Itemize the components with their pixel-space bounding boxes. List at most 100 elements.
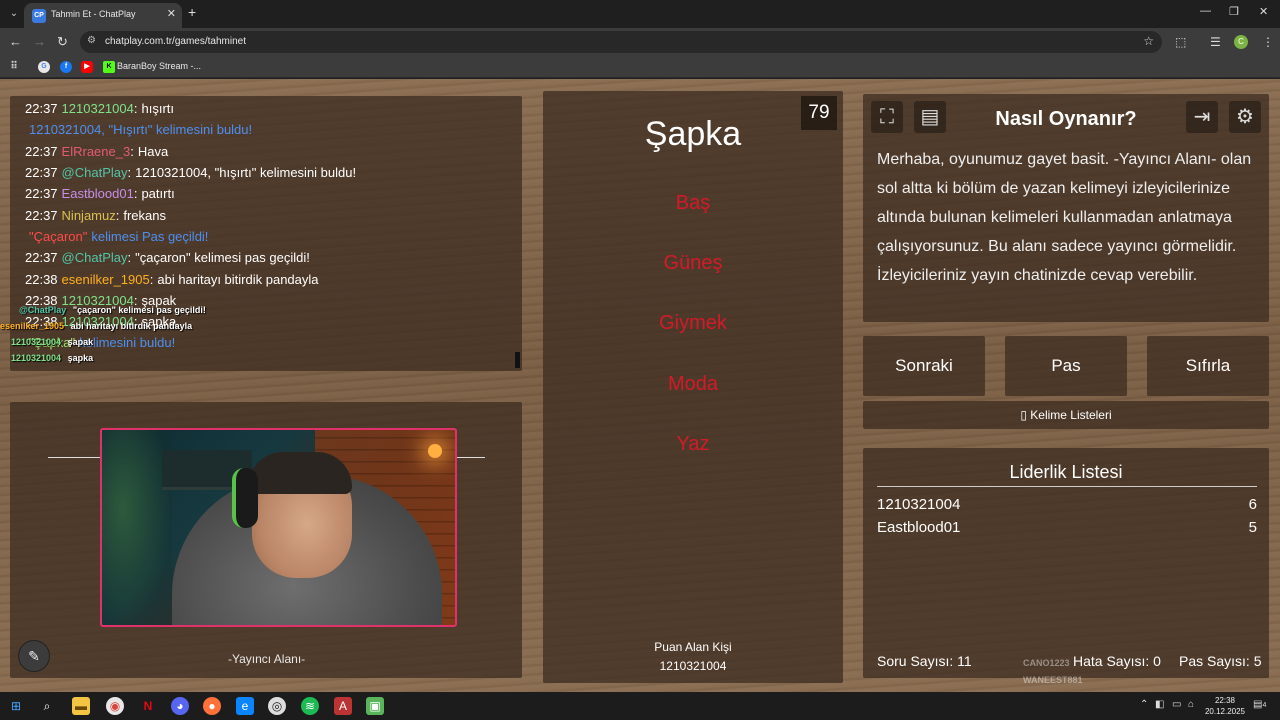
overlay-message: abi haritayı bitirdik pandayla	[70, 321, 193, 331]
search-icon[interactable]: ⌕	[38, 697, 56, 715]
pass-button[interactable]: Pas	[1005, 336, 1127, 396]
reload-icon[interactable]: ↻	[57, 34, 68, 50]
chat-separator: :	[127, 165, 132, 180]
chat-user[interactable]: @ChatPlay	[62, 165, 128, 180]
tray-display-icon[interactable]: ▭	[1172, 699, 1181, 710]
window-close-icon[interactable]: ✕	[1259, 5, 1268, 18]
discord-icon[interactable]: ◕	[171, 697, 189, 715]
obs-icon[interactable]: ◎	[268, 697, 286, 715]
player-score: 5	[1248, 519, 1257, 536]
word-lists-button[interactable]: ▯ Kelime Listeleri	[863, 401, 1269, 429]
chrome-icon[interactable]: ◉	[106, 697, 124, 715]
kick-icon[interactable]: K	[103, 61, 115, 73]
forward-arrow-icon[interactable]: →	[33, 34, 46, 49]
tab-search-chevron-icon[interactable]: ⌄	[4, 4, 24, 24]
google-icon[interactable]: G	[38, 61, 50, 73]
ticker-name: CANO1223	[1023, 658, 1070, 668]
menu-dots-icon[interactable]: ⋮	[1262, 35, 1274, 49]
player-name: Eastblood01	[877, 519, 961, 536]
chat-separator: :	[149, 272, 154, 287]
close-tab-icon[interactable]: ✕	[167, 7, 176, 20]
tray-chevron-icon[interactable]: ⌃	[1140, 699, 1148, 710]
profile-avatar[interactable]: C	[1234, 35, 1248, 49]
chat-text: Hava	[137, 144, 169, 159]
forbidden-word: Baş	[675, 192, 711, 214]
overlay-message: şapka	[67, 353, 94, 363]
netflix-icon[interactable]: N	[139, 697, 157, 715]
reading-list-icon[interactable]: ☰	[1210, 35, 1221, 49]
app-icon[interactable]: A	[334, 697, 352, 715]
streamer-area-label: -Yayıncı Alanı-	[228, 652, 306, 666]
forbidden-word: Güneş	[663, 252, 723, 274]
back-arrow-icon[interactable]: ←	[9, 34, 22, 49]
network-icon[interactable]: ⌂	[1188, 699, 1194, 710]
address-url[interactable]: chatplay.com.tr/games/tahminet	[105, 36, 246, 47]
scorer-name: 1210321004	[659, 659, 727, 673]
bookmarks-bar: ⠿ G f ▶ K BaranBoy Stream -...	[0, 56, 1280, 78]
how-to-play-text: Merhaba, oyunumuz gayet basit. -Yayıncı …	[877, 151, 1252, 284]
overlay-message: şapak	[67, 337, 94, 347]
notification-count: 4	[1262, 702, 1267, 709]
bookmark-label[interactable]: BaranBoy Stream -...	[117, 61, 201, 71]
overlay-message: "çaçaron" kelimesi pas geçildi!	[72, 305, 206, 315]
site-info-icon[interactable]: ⚙	[87, 35, 96, 46]
chat-text: patırtı	[141, 186, 175, 201]
chat-user[interactable]: Eastblood01	[62, 186, 134, 201]
notification-icon[interactable]: ▤4	[1253, 699, 1266, 710]
browser-tab-bar: ⌄ CP Tahmin Et - ChatPlay ✕ + — ❐ ✕	[0, 0, 1280, 28]
chat-user[interactable]: ElRraene_3	[62, 144, 131, 159]
chat-message: 22:37 Ninjamuz: frekans	[25, 208, 166, 223]
chat-user[interactable]: @ChatPlay	[62, 250, 128, 265]
chat-time: 22:38	[25, 272, 58, 287]
chat-user[interactable]: esenilker_1905	[62, 272, 150, 287]
reset-button[interactable]: Sıfırla	[1147, 336, 1269, 396]
chat-message: 22:37 @ChatPlay: 1210321004, "hışırtı" kel…	[25, 165, 356, 180]
stream-chat-overlay: @ChatPlay "çaçaron" kelimesi pas geçildi…	[0, 301, 520, 369]
file-explorer-icon[interactable]: ▬	[72, 697, 90, 715]
chat-user[interactable]: 1210321004	[62, 101, 134, 116]
tray-app-icon[interactable]: ◧	[1155, 699, 1164, 710]
word-lists-label: Kelime Listeleri	[1030, 408, 1112, 422]
forbidden-word: Moda	[667, 373, 719, 395]
apps-grid-icon[interactable]: ⠿	[8, 61, 20, 73]
pen-icon[interactable]: ✎	[18, 640, 50, 672]
minimize-icon[interactable]: —	[1200, 5, 1211, 17]
browser-toolbar: ← → ↻ ⚙ chatplay.com.tr/games/tahminet ☆…	[0, 28, 1280, 56]
address-bar[interactable]: ⚙ chatplay.com.tr/games/tahminet ☆	[80, 31, 1162, 53]
new-tab-icon[interactable]: +	[188, 4, 196, 20]
chat-time: 22:37	[25, 144, 58, 159]
edge-icon[interactable]: e	[236, 697, 254, 715]
chat-user[interactable]: Ninjamuz	[62, 208, 116, 223]
webcam-headset	[232, 468, 258, 528]
system-clock[interactable]: 22:38 20.12.2025	[1203, 695, 1247, 717]
chat-text: 1210321004, "hışırtı" kelimesini buldu!	[135, 165, 357, 180]
gear-icon[interactable]: ⚙	[1229, 101, 1261, 133]
error-count: Hata Sayısı: 0	[1073, 653, 1161, 669]
extensions-icon[interactable]: ⬚	[1175, 35, 1186, 49]
chat-separator: :	[115, 208, 120, 223]
overlay-user: esenilker_1905	[0, 321, 65, 331]
youtube-icon[interactable]: ▶	[81, 61, 93, 73]
exit-icon[interactable]: ⇥	[1186, 101, 1218, 133]
facebook-icon[interactable]: f	[60, 61, 72, 73]
bookmark-star-icon[interactable]: ☆	[1143, 34, 1154, 48]
leaderboard-panel: Liderlik Listesi 1210321004 6 Eastblood0…	[863, 448, 1269, 685]
windows-start-icon[interactable]: ⊞	[7, 697, 25, 715]
chat-message: 22:37 Eastblood01: patırtı	[25, 186, 175, 201]
chat-message: 22:37 ElRraene_3: Hava	[25, 144, 168, 159]
restore-icon[interactable]: ❐	[1229, 5, 1239, 18]
chat-text: hışırtı	[141, 101, 174, 116]
firefox-icon[interactable]: ●	[203, 697, 221, 715]
chat-user[interactable]: 1210321004, "Hışırtı" kelimesini buldu!	[29, 122, 252, 137]
ticker-name: WANEEST881	[1023, 675, 1083, 685]
leaderboard-row: Eastblood01 5	[877, 519, 1257, 536]
browser-tab-active[interactable]: CP Tahmin Et - ChatPlay ✕	[24, 3, 182, 28]
chat-separator: :	[130, 144, 134, 159]
chat-separator: :	[127, 250, 132, 265]
chat-message: 22:37 1210321004: hışırtı	[25, 101, 174, 116]
minecraft-icon[interactable]: ▣	[366, 697, 384, 715]
chat-user[interactable]: "Çaçaron"	[29, 229, 87, 244]
spotify-icon[interactable]: ≋	[301, 697, 319, 715]
next-button[interactable]: Sonraki	[863, 336, 985, 396]
chat-message: "Çaçaron" kelimesi Pas geçildi!	[25, 229, 208, 244]
